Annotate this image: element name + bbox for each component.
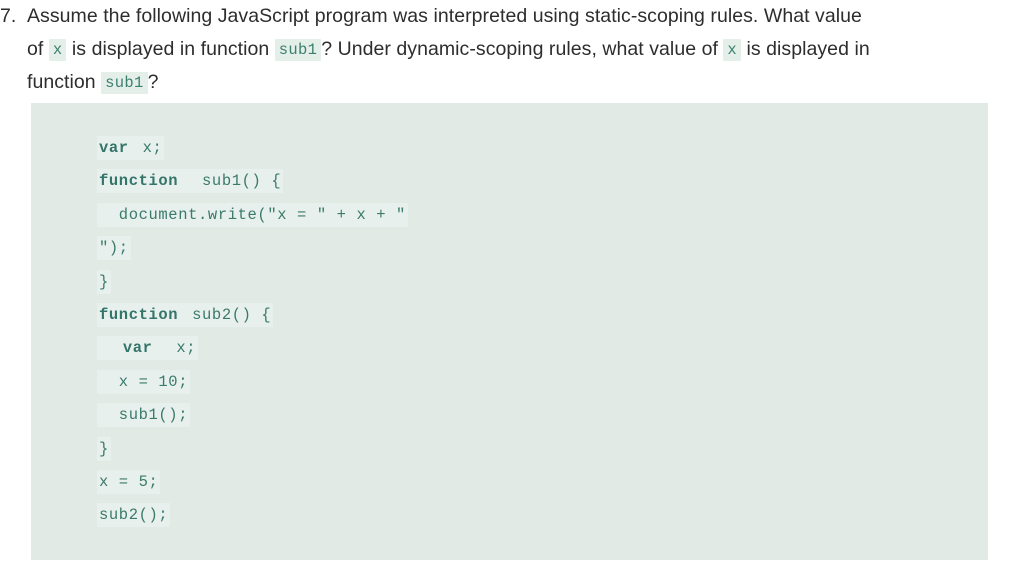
- question-line-2: of x is displayed in function sub1? Unde…: [27, 33, 1000, 67]
- code-keyword: function: [97, 169, 181, 194]
- question-line-2-part-3: ? Under dynamic-scoping rules, what valu…: [321, 37, 718, 60]
- question-line-2-part-1: of: [27, 37, 44, 60]
- question-page: 7. Assume the following JavaScript progra…: [0, 0, 1024, 579]
- inline-code-x-1: x: [48, 38, 67, 61]
- code-line: x = 5;: [31, 465, 988, 498]
- code-line: x = 10;: [31, 365, 988, 398]
- code-line: }: [31, 432, 988, 465]
- code-text: ");: [97, 236, 131, 261]
- code-text: x;: [154, 336, 199, 361]
- code-text: }: [97, 436, 111, 461]
- question-line-3-part-1: function: [27, 71, 96, 93]
- code-line: var x;: [31, 331, 988, 364]
- question-line-3: function sub1?: [27, 66, 1000, 100]
- code-text: }: [97, 269, 111, 294]
- code-text: x;: [130, 136, 165, 160]
- code-text: document.write("x = " + x + ": [97, 202, 408, 227]
- question-line-3-part-2: ?: [147, 71, 159, 93]
- code-line: function sub1() {: [31, 164, 988, 197]
- code-block: var x; function sub1() { document.write(…: [31, 103, 988, 560]
- code-keyword: function: [97, 302, 181, 327]
- code-line: ");: [31, 231, 988, 264]
- code-line: var x;: [31, 131, 988, 164]
- code-text: sub1() {: [180, 169, 284, 194]
- code-line: sub1();: [31, 398, 988, 431]
- code-text: sub1();: [97, 403, 191, 428]
- code-indent: [97, 336, 121, 361]
- code-keyword: var: [97, 136, 131, 160]
- question-line-1-text: Assume the following JavaScript program …: [27, 5, 862, 27]
- inline-code-x-2: x: [723, 38, 742, 61]
- inline-code-sub1-2: sub1: [101, 72, 148, 94]
- code-text: sub2() {: [180, 302, 274, 327]
- code-line: function sub2() {: [31, 298, 988, 331]
- code-text: x = 10;: [97, 369, 191, 394]
- question-line-1: 7. Assume the following JavaScript progra…: [0, 0, 1000, 33]
- question-text-block: 7. Assume the following JavaScript progra…: [0, 0, 1000, 100]
- question-number: 7.: [0, 5, 17, 27]
- code-keyword: var: [120, 336, 155, 361]
- code-line: sub2();: [31, 498, 988, 531]
- code-text: sub2();: [97, 503, 171, 528]
- question-line-2-part-4: is displayed in: [746, 37, 870, 60]
- question-line-2-part-2: is displayed in function: [71, 37, 270, 60]
- code-text: x = 5;: [97, 469, 161, 494]
- code-line: document.write("x = " + x + ": [31, 198, 988, 231]
- inline-code-sub1-1: sub1: [274, 38, 322, 61]
- code-line: }: [31, 265, 988, 298]
